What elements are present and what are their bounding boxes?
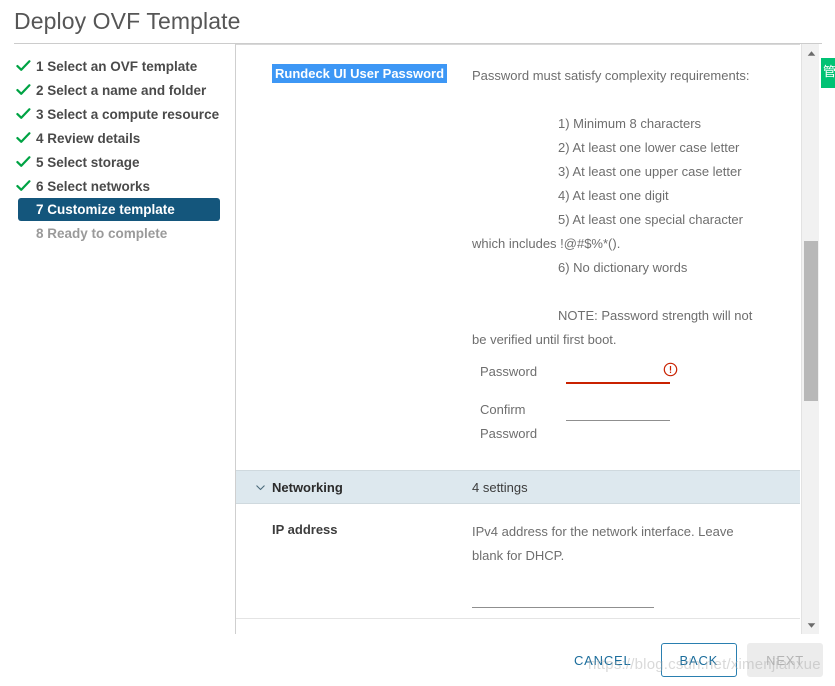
floating-green-badge[interactable]: 管 [821, 58, 835, 88]
content-scrollbar[interactable] [801, 44, 819, 634]
property-row-netmask: Netmask Netmask for the network interfac… [236, 619, 800, 634]
confirm-password-field-label: Confirm Password [480, 398, 566, 446]
page-title: Deploy OVF Template [14, 8, 241, 34]
wizard-step-label: 2 Select a name and folder [36, 82, 207, 98]
wizard-step-3[interactable]: 3 Select a compute resource [14, 102, 236, 126]
password-input-wrapper [566, 360, 678, 384]
wizard-step-5[interactable]: 5 Select storage [14, 150, 236, 174]
password-desc-intro: Password must satisfy complexity require… [472, 68, 750, 83]
property-description-cell: Password must satisfy complexity require… [472, 50, 800, 456]
check-icon [14, 108, 32, 120]
deploy-ovf-wizard: Deploy OVF Template 1 Select an OVF temp… [0, 0, 835, 686]
ip-address-input[interactable] [472, 588, 654, 608]
next-button: NEXT [747, 643, 823, 677]
password-requirement-4: 4) At least one digit [558, 188, 669, 203]
back-button[interactable]: BACK [660, 643, 738, 677]
section-settings-count: 4 settings [472, 479, 528, 495]
password-requirement-6: 6) No dictionary words [558, 260, 688, 275]
wizard-step-label: 6 Select networks [36, 178, 151, 194]
footer-button-group: CANCEL BACK NEXT [555, 643, 823, 677]
wizard-step-7[interactable]: 7 Customize template [18, 198, 220, 221]
password-input[interactable] [566, 361, 670, 384]
confirm-password-field-row: Confirm Password [472, 398, 780, 446]
scroll-up-arrow-icon[interactable] [802, 44, 820, 62]
right-margin [819, 44, 835, 634]
section-label-networking: Networking [272, 479, 343, 495]
property-label-password[interactable]: Rundeck UI User Password [272, 64, 448, 83]
wizard-step-label: 5 Select storage [36, 154, 140, 170]
wizard-step-1[interactable]: 1 Select an OVF template [14, 54, 236, 78]
wizard-step-4[interactable]: 4 Review details [14, 126, 236, 150]
wizard-step-label: 3 Select a compute resource [36, 106, 220, 122]
check-icon [14, 132, 32, 144]
desc-spacer [472, 88, 780, 112]
password-requirement-5-continuation: which includes !@#$%*(). [472, 236, 621, 251]
password-note-line-1: NOTE: Password strength will not [558, 308, 753, 323]
confirm-password-label-line-2: Password [480, 426, 538, 441]
wizard-step-label: 1 Select an OVF template [36, 58, 198, 74]
section-name-cell: Networking [236, 480, 472, 495]
wizard-step-label: 4 Review details [36, 130, 141, 146]
wizard-footer: CANCEL BACK NEXT [0, 634, 835, 686]
property-label-cell: Rundeck UI User Password [236, 50, 472, 93]
confirm-password-label-line-1: Confirm [480, 402, 526, 417]
property-row-ip-address: IP address IPv4 address for the network … [236, 504, 800, 618]
password-field-label: Password [480, 364, 538, 379]
check-icon [14, 180, 32, 192]
customize-template-content: Rundeck UI User Password Password must s… [236, 44, 800, 634]
property-description-ip-address: IPv4 address for the network interface. … [472, 504, 800, 618]
ip-address-desc-line-2: blank for DHCP. [472, 548, 565, 563]
wizard-step-label: 8 Ready to complete [36, 225, 168, 241]
wizard-step-nav: 1 Select an OVF template 2 Select a name … [0, 44, 236, 634]
section-header-networking[interactable]: Networking 4 settings [236, 470, 800, 504]
property-label-netmask: Netmask [236, 619, 472, 634]
password-note-line-2: be verified until first boot. [472, 332, 617, 347]
note-spacer [472, 280, 780, 304]
wizard-step-label: 7 Customize template [36, 202, 175, 217]
property-row-password: Rundeck UI User Password Password must s… [236, 44, 800, 456]
wizard-step-6[interactable]: 6 Select networks [14, 174, 236, 198]
ip-address-desc-line-1: IPv4 address for the network interface. … [472, 524, 734, 539]
property-description-netmask: Netmask for the network interface. Leave… [472, 619, 800, 634]
wizard-step-2[interactable]: 2 Select a name and folder [14, 78, 236, 102]
scroll-down-arrow-icon[interactable] [802, 616, 820, 634]
password-field-row: Password [472, 360, 780, 384]
confirm-password-input[interactable] [566, 399, 670, 421]
check-icon [14, 60, 32, 72]
password-requirement-5: 5) At least one special character [558, 212, 743, 227]
password-requirement-3: 3) At least one upper case letter [558, 164, 742, 179]
cancel-button[interactable]: CANCEL [555, 643, 651, 677]
scrollbar-thumb[interactable] [804, 241, 818, 401]
property-label-ip-address: IP address [272, 522, 338, 537]
wizard-step-8[interactable]: 8 Ready to complete [18, 221, 236, 245]
confirm-password-input-wrapper [566, 398, 670, 422]
check-icon [14, 84, 32, 96]
chevron-down-icon[interactable] [252, 482, 268, 493]
check-icon [14, 156, 32, 168]
error-exclamation-icon [663, 361, 678, 377]
password-requirement-2: 2) At least one lower case letter [558, 140, 740, 155]
password-requirement-1: 1) Minimum 8 characters [558, 116, 702, 131]
